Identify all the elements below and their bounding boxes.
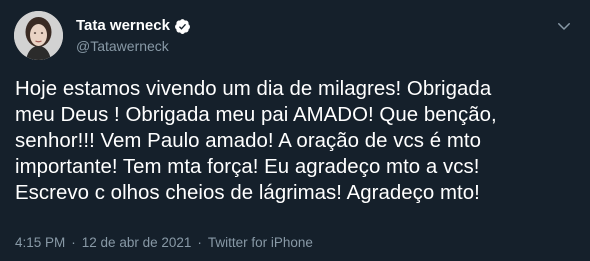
tweet-text: Hoje estamos vivendo um dia de milagres!… [15, 78, 497, 204]
display-name[interactable]: Tata werneck [76, 16, 170, 36]
name-row: Tata werneck [76, 16, 191, 36]
avatar[interactable] [14, 11, 63, 60]
meta-separator: · [197, 235, 202, 250]
tweet-time[interactable]: 4:15 PM [15, 234, 65, 252]
tweet-card: Tata werneck @Tatawerneck Hoje estamos v… [0, 0, 590, 261]
meta-separator: · [71, 235, 76, 250]
more-options-button[interactable] [554, 16, 574, 36]
tweet-date[interactable]: 12 de abr de 2021 [82, 234, 192, 252]
tweet-source[interactable]: Twitter for iPhone [208, 234, 313, 252]
user-handle[interactable]: @Tatawerneck [76, 37, 169, 55]
verified-badge-icon [174, 18, 191, 35]
avatar-image [14, 11, 63, 60]
tweet-meta: 4:15 PM · 12 de abr de 2021 · Twitter fo… [15, 234, 313, 252]
chevron-down-icon [558, 23, 570, 30]
